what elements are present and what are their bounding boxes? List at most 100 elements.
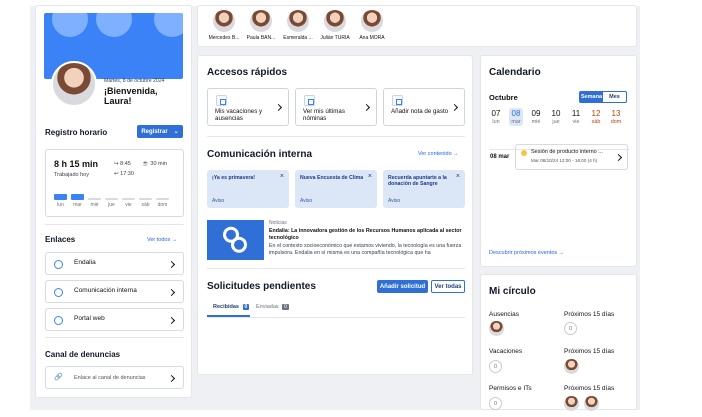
- denuncias-link[interactable]: 🔗 Enlace al canal de denuncias: [45, 366, 184, 389]
- person-avatar: [324, 10, 346, 32]
- vacation-avatar[interactable]: [564, 359, 579, 374]
- coffee-icon: ☕: [142, 161, 149, 167]
- day-number: 12: [591, 109, 601, 118]
- circle-card: Mi círculo Ausencias Próximos 15 días 0 …: [480, 274, 637, 411]
- ausencias-label: Ausencias: [489, 311, 519, 318]
- person-item[interactable]: Julián TURIA: [317, 10, 353, 46]
- next15-label-2: Próximos 15 días: [564, 348, 615, 355]
- calendar-day[interactable]: 13 dom: [609, 108, 623, 126]
- day-number: 08: [511, 109, 521, 118]
- worked-time: 8 h 15 min: [54, 159, 99, 169]
- day-weekday: vie: [572, 119, 580, 125]
- quick-access-item[interactable]: Añadir nota de gasto: [383, 88, 465, 126]
- sent-count-badge: 0: [282, 304, 289, 310]
- view-month-button[interactable]: Mes: [603, 92, 626, 102]
- notice-card[interactable]: Nueva Encuesta de Clima × Aviso: [295, 170, 377, 208]
- discover-events-link[interactable]: Descubrir próximos eventos →: [489, 250, 564, 256]
- week-day: sáb: [139, 194, 152, 208]
- denuncias-link-label: Enlace al canal de denuncias: [74, 375, 146, 381]
- news-label: Noticias: [269, 220, 287, 226]
- notice-card[interactable]: ¡Ya es primavera! × Aviso: [207, 170, 289, 208]
- shortcut-icon: [216, 95, 227, 106]
- permiso-avatar-2[interactable]: [584, 396, 599, 411]
- news-body: En el contexto socioeconómico que estamo…: [269, 243, 462, 256]
- person-name: Mercedes B...: [208, 35, 240, 41]
- view-toggle: Semana Mes: [579, 91, 627, 103]
- quick-access-item[interactable]: Mis vacaciones y ausencias: [207, 88, 289, 126]
- link-label: Endalia: [74, 259, 96, 266]
- link-label: Comunicación interna: [74, 287, 137, 294]
- link-icon: 🔗: [54, 374, 63, 381]
- permiso-avatar-1[interactable]: [564, 396, 579, 411]
- person-item[interactable]: Esmeralda ...: [280, 10, 316, 46]
- middle-column: Accesos rápidos Mis vacaciones y ausenci…: [197, 55, 473, 375]
- close-icon[interactable]: ×: [280, 173, 284, 180]
- day-label: sáb: [141, 202, 150, 208]
- person-item[interactable]: Mercedes B...: [206, 10, 242, 46]
- quick-access-label: Ver mis últimas nóminas: [303, 108, 345, 122]
- calendar-day[interactable]: 08 mar: [509, 108, 523, 126]
- worked-label: Trabajado hoy: [54, 172, 89, 178]
- day-weekday: mar: [511, 119, 521, 125]
- calendar-day[interactable]: 10 jue: [549, 108, 563, 126]
- day-bar: [139, 198, 152, 200]
- absence-avatar[interactable]: [489, 321, 504, 336]
- notice-text: Recuerda apuntarte a la donación de Sang…: [388, 175, 447, 188]
- link-item[interactable]: Comunicación interna: [45, 280, 184, 303]
- link-item[interactable]: Endalia: [45, 252, 184, 275]
- link-item[interactable]: Portal web: [45, 308, 184, 331]
- link-icon: [54, 288, 63, 297]
- see-all-requests-button[interactable]: Ver todas: [431, 280, 465, 293]
- day-label: vie: [125, 202, 132, 208]
- day-number: 07: [491, 109, 501, 118]
- received-count-badge: 0: [242, 304, 250, 310]
- left-column: Martes, 8 de octubre 2024 ¡Bienvenida, L…: [35, 5, 192, 398]
- person-name: Julián TURIA: [320, 35, 350, 41]
- person-name: Ana MORA: [359, 35, 385, 41]
- event-day: 08 mar: [490, 154, 510, 160]
- tab-received[interactable]: Recibidas 0: [207, 301, 250, 317]
- calendar-day[interactable]: 11 vie: [569, 108, 583, 126]
- quick-access-item[interactable]: Ver mis últimas nóminas: [295, 88, 377, 126]
- profile-avatar[interactable]: [51, 61, 97, 107]
- permisos-label: Permisos e ITs: [489, 385, 532, 392]
- day-bar: [71, 194, 84, 200]
- event-card[interactable]: Sesión de producto interno ... Mar 08/10…: [515, 144, 628, 170]
- enlaces-title: Enlaces: [45, 235, 76, 244]
- chevron-right-icon: [167, 374, 176, 383]
- vacaciones-count: 0: [489, 360, 502, 373]
- notice-tag: Aviso: [388, 198, 401, 204]
- close-icon[interactable]: ×: [368, 173, 372, 180]
- exit-time: ↩ 17:30: [114, 171, 134, 177]
- notice-card[interactable]: Recuerda apuntarte a la donación de Sang…: [383, 170, 465, 208]
- close-icon[interactable]: ×: [456, 173, 460, 180]
- quick-access-label: Mis vacaciones y ausencias: [215, 108, 263, 122]
- calendar-day[interactable]: 07 lun: [489, 108, 503, 126]
- day-label: lun: [57, 202, 64, 208]
- solicitudes-title: Solicitudes pendientes: [207, 281, 316, 292]
- tab-sent[interactable]: Enviadas 0: [256, 301, 289, 310]
- link-label: Portal web: [74, 315, 105, 322]
- chevron-down-icon: ⌄: [173, 129, 179, 135]
- calendar-day[interactable]: 09 mié: [529, 108, 543, 126]
- day-weekday: sáb: [591, 119, 601, 125]
- event-time: Mar 08/10/24 12:00 - 16:00 (4 h): [531, 158, 598, 163]
- week-day: mar: [71, 194, 84, 208]
- day-weekday: lun: [492, 119, 500, 125]
- enlaces-see-all-link[interactable]: Ver todos →: [147, 237, 177, 243]
- registrar-button[interactable]: Registrar ⌄: [137, 125, 183, 138]
- chevron-right-icon: [167, 288, 176, 297]
- day-bar: [156, 198, 169, 200]
- person-item[interactable]: Paula BAN...: [243, 10, 279, 46]
- person-avatar: [361, 10, 383, 32]
- view-week-button[interactable]: Semana: [580, 92, 603, 102]
- week-day: dom: [156, 194, 169, 208]
- logo-icon: [223, 226, 247, 253]
- next15-label-1: Próximos 15 días: [564, 311, 615, 318]
- calendar-day[interactable]: 12 sáb: [589, 108, 603, 126]
- ver-contenido-link[interactable]: Ver contenido →: [418, 151, 459, 157]
- break-time: ☕ 30 min: [142, 161, 167, 167]
- news-title[interactable]: Endalia: La innovadora gestión de los Re…: [269, 228, 467, 241]
- add-request-button[interactable]: Añadir solicitud: [377, 280, 428, 293]
- person-item[interactable]: Ana MORA: [354, 10, 390, 46]
